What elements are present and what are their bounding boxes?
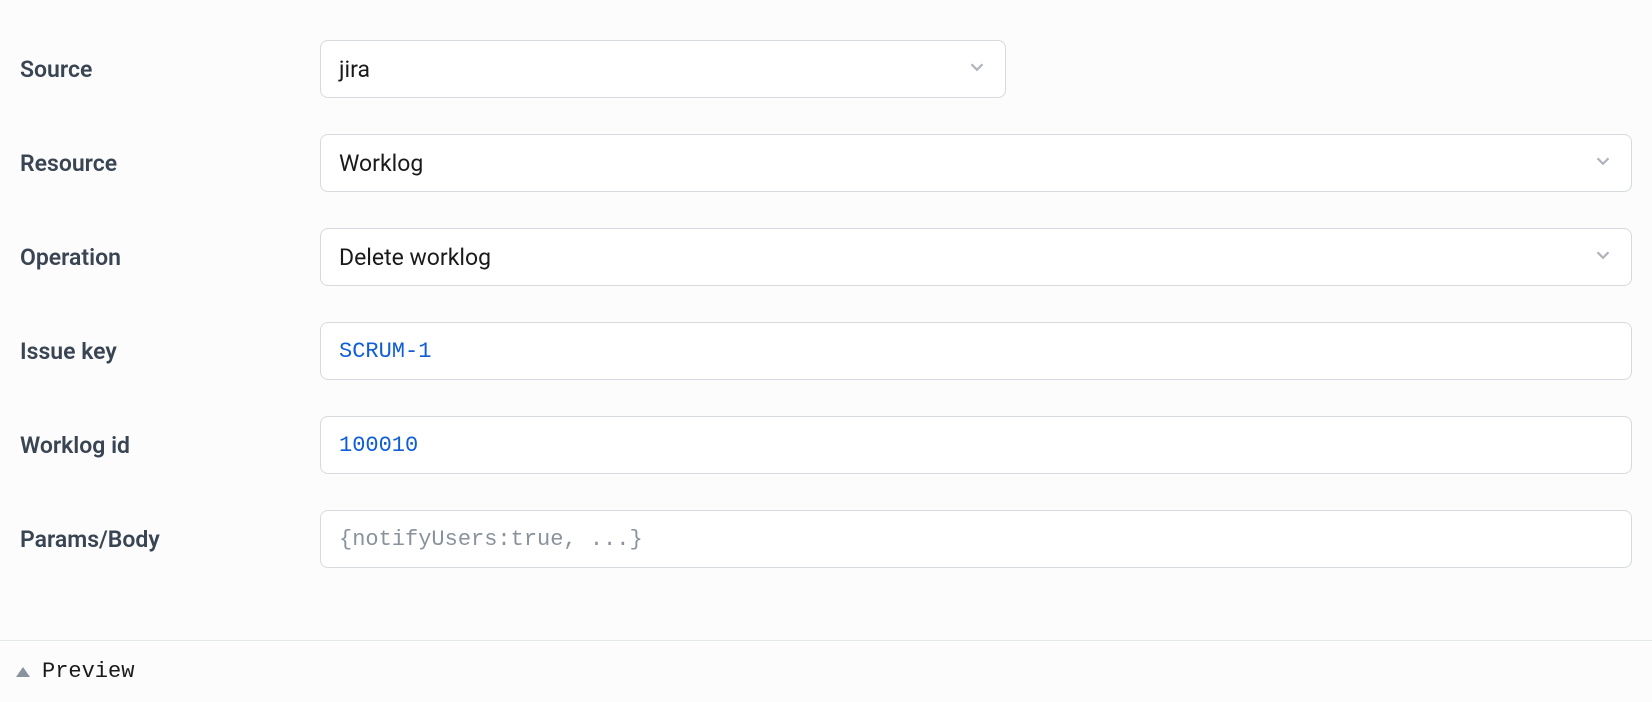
worklog-id-input[interactable] bbox=[320, 416, 1632, 474]
source-select[interactable]: jira bbox=[320, 40, 1006, 98]
issue-key-input[interactable] bbox=[320, 322, 1632, 380]
operation-select-value: Delete worklog bbox=[320, 228, 1632, 286]
resource-select[interactable]: Worklog bbox=[320, 134, 1632, 192]
source-select-value: jira bbox=[320, 40, 1006, 98]
operation-label: Operation bbox=[20, 244, 320, 271]
preview-label: Preview bbox=[42, 659, 134, 684]
issue-key-label: Issue key bbox=[20, 338, 320, 365]
operation-row: Operation Delete worklog bbox=[20, 228, 1632, 286]
worklog-id-row: Worklog id bbox=[20, 416, 1632, 474]
form-container: Source jira Resource Worklog Operation D… bbox=[0, 0, 1652, 644]
params-body-row: Params/Body bbox=[20, 510, 1632, 568]
source-row: Source jira bbox=[20, 40, 1632, 98]
params-body-input[interactable] bbox=[320, 510, 1632, 568]
preview-footer[interactable]: Preview bbox=[0, 640, 1652, 702]
triangle-up-icon bbox=[16, 667, 30, 677]
resource-select-value: Worklog bbox=[320, 134, 1632, 192]
operation-select[interactable]: Delete worklog bbox=[320, 228, 1632, 286]
source-label: Source bbox=[20, 56, 320, 83]
params-body-label: Params/Body bbox=[20, 526, 320, 553]
resource-label: Resource bbox=[20, 150, 320, 177]
issue-key-row: Issue key bbox=[20, 322, 1632, 380]
resource-row: Resource Worklog bbox=[20, 134, 1632, 192]
worklog-id-label: Worklog id bbox=[20, 432, 320, 459]
